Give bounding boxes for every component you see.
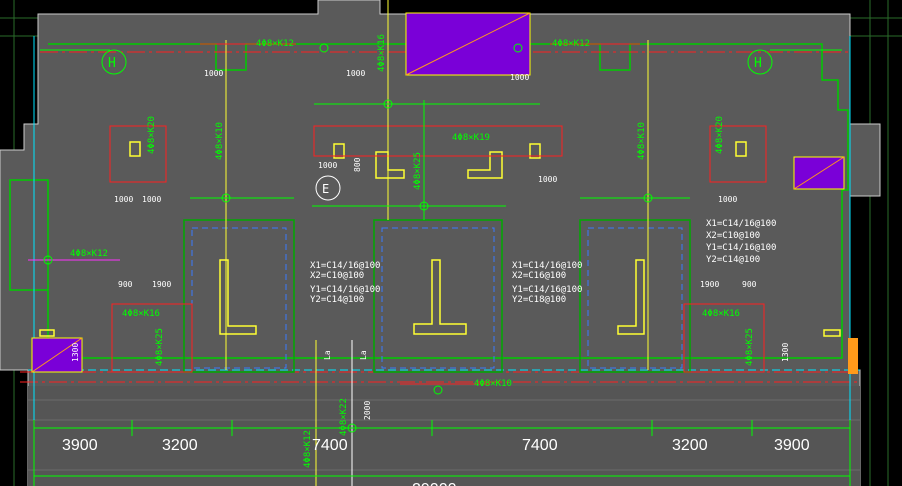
axis-label-left: H	[108, 56, 116, 71]
dim-800: 800	[353, 157, 362, 172]
dim-la-a: La	[323, 350, 332, 360]
dim-1000-d: 1000	[318, 161, 337, 170]
tag-box-left: 4Φ8×K20	[147, 116, 157, 154]
note-mid-4: Y2=C18@100	[512, 295, 566, 305]
dim-900-left: 900	[118, 280, 133, 289]
dim-total: 29000	[412, 481, 457, 486]
tag-top-right: 4Φ8×K12	[552, 39, 590, 49]
note-left-2: X2=C10@100	[310, 271, 364, 281]
dim-1300-right: 1300	[781, 343, 790, 362]
dim-bottom-3: 7400	[312, 437, 348, 454]
tag-top-center-vert: 4Φ8×K16	[377, 34, 387, 72]
note-right-4: Y2=C14@100	[706, 255, 760, 265]
tag-lower-right-a: 4Φ8×K16	[702, 309, 740, 319]
dim-900-right: 900	[742, 280, 757, 289]
tag-bottom-vert-a: 4Φ8×K22	[339, 398, 349, 436]
dim-bottom-1: 3900	[62, 437, 98, 454]
tag-left-col-vert: 4Φ8×K10	[215, 122, 225, 160]
note-right-3: Y1=C14/16@100	[706, 243, 776, 253]
dim-1000-e: 1000	[538, 175, 557, 184]
tag-center-wide: 4Φ8×K19	[452, 133, 490, 143]
hatched-strip	[28, 386, 860, 486]
note-mid-2: X2=C16@100	[512, 271, 566, 281]
tag-right-col-vert: 4Φ8×K10	[637, 122, 647, 160]
note-left-4: Y2=C14@100	[310, 295, 364, 305]
tag-lower-left-a: 4Φ8×K16	[122, 309, 160, 319]
dim-bottom-6: 3900	[774, 437, 810, 454]
note-mid-3: Y1=C14/16@100	[512, 285, 582, 295]
tag-left-mid: 4Φ8×K12	[70, 249, 108, 259]
axis-label-right: H	[754, 56, 762, 71]
note-left-3: Y1=C14/16@100	[310, 285, 380, 295]
note-right-1: X1=C14/16@100	[706, 219, 776, 229]
dim-1000-f: 1000	[114, 195, 133, 204]
dim-1000-a: 1000	[204, 69, 223, 78]
axis-label-center: E	[322, 182, 329, 196]
dim-bottom-2: 3200	[162, 437, 198, 454]
cad-drawing-canvas[interactable]: H H E 4Φ8×K12 4Φ8×K12 4Φ8×K12 4Φ8×K19 4Φ…	[0, 0, 902, 486]
dim-la-b: La	[359, 350, 368, 360]
dim-1300-left: 1300	[71, 343, 80, 362]
tag-box-right: 4Φ8×K20	[715, 116, 725, 154]
tag-top-left: 4Φ8×K12	[256, 39, 294, 49]
tag-lower-left-b: 4Φ8×K25	[155, 328, 165, 366]
dim-1900-left: 1900	[152, 280, 171, 289]
note-mid-1: X1=C14/16@100	[512, 261, 582, 271]
dim-bottom-4: 7400	[522, 437, 558, 454]
tag-center-vert: 4Φ8×K25	[413, 152, 423, 190]
dim-bottom-5: 3200	[672, 437, 708, 454]
dim-2000: 2000	[363, 401, 372, 420]
dim-1000-c: 1000	[510, 73, 529, 82]
note-right-2: X2=C10@100	[706, 231, 760, 241]
dim-1000-g: 1000	[142, 195, 161, 204]
tag-lower-right-b: 4Φ8×K25	[745, 328, 755, 366]
dim-1900-right: 1900	[700, 280, 719, 289]
dim-1000-b: 1000	[346, 69, 365, 78]
note-left-1: X1=C14/16@100	[310, 261, 380, 271]
dim-1000-h: 1000	[718, 195, 737, 204]
tag-bottom-center: 4Φ8×K10	[474, 379, 512, 389]
